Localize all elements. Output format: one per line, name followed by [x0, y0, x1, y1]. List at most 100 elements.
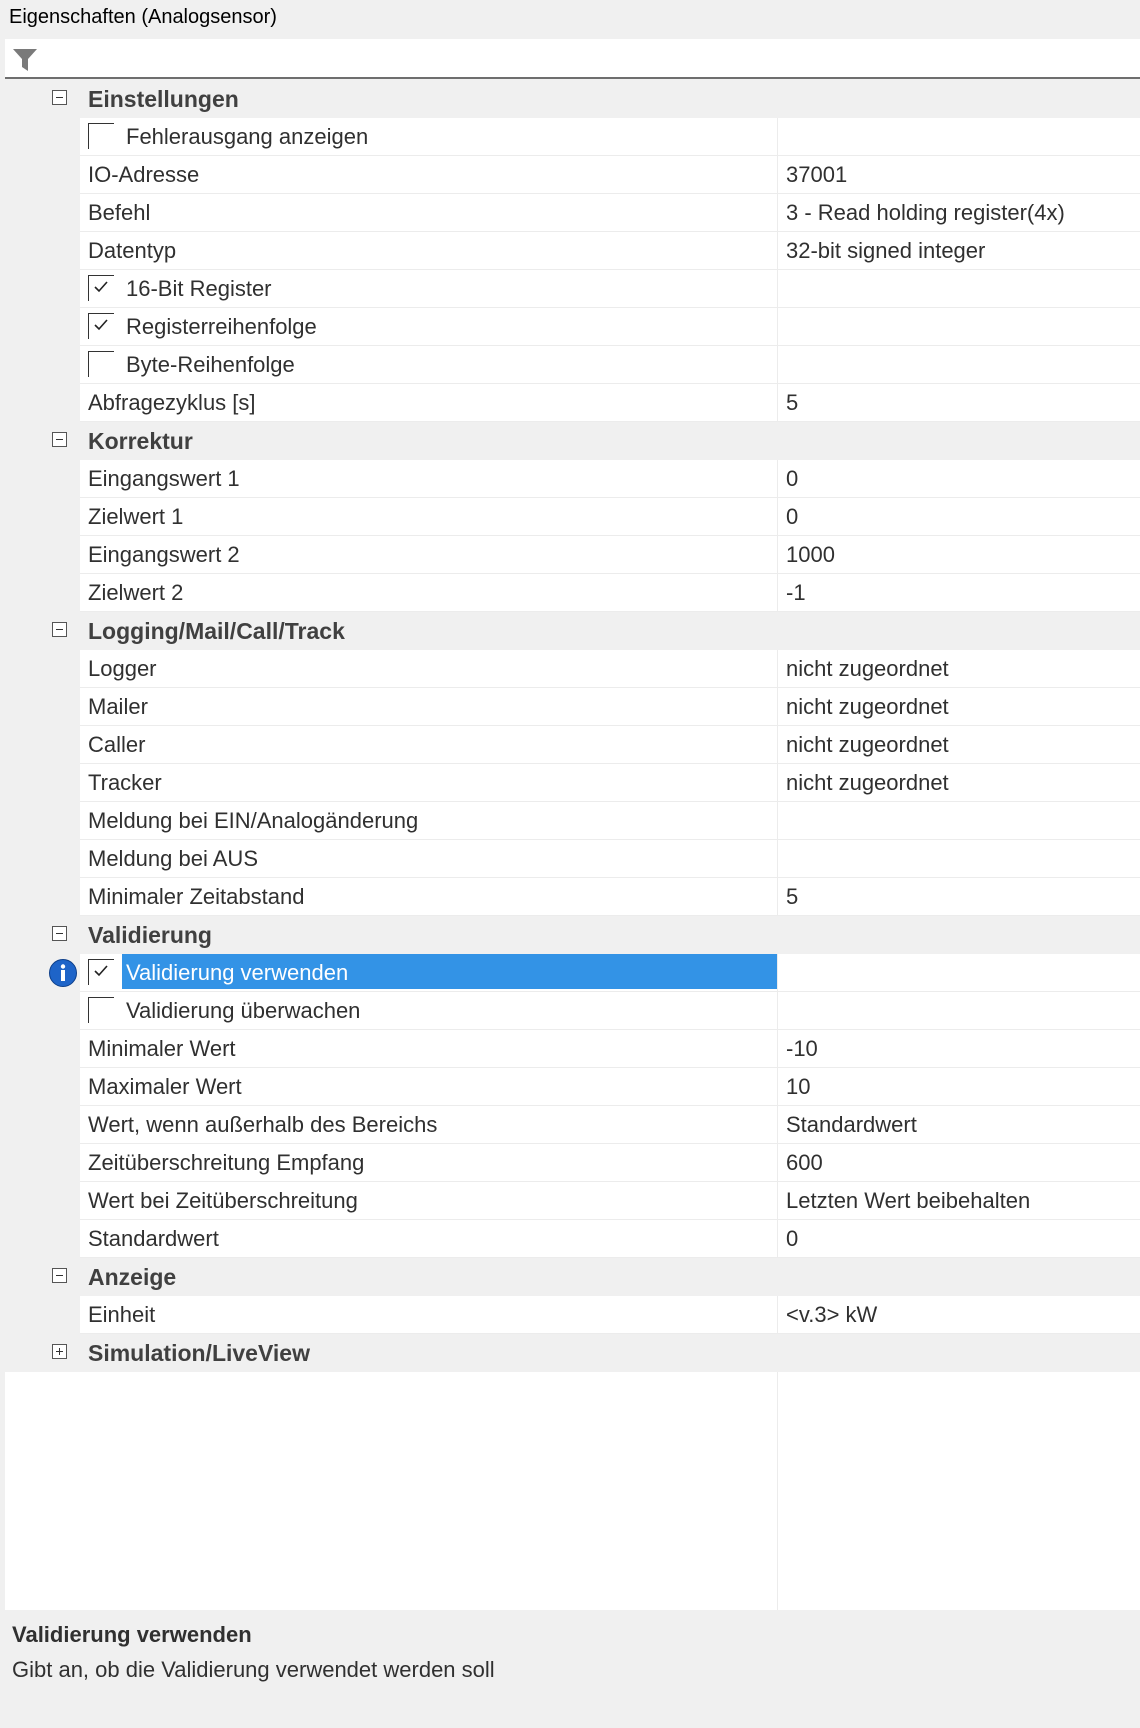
property-row[interactable]: Validierung überwachen [5, 992, 1140, 1030]
filter-icon[interactable] [9, 44, 41, 74]
property-value-cell[interactable]: 5 [778, 878, 1140, 916]
property-row[interactable]: Byte-Reihenfolge [5, 346, 1140, 384]
property-value-cell[interactable]: 3 - Read holding register(4x) [778, 194, 1140, 232]
property-name-cell[interactable]: Wert bei Zeitüberschreitung [80, 1182, 777, 1220]
property-value-cell[interactable]: 37001 [778, 156, 1140, 194]
property-row[interactable]: Meldung bei EIN/Analogänderung [5, 802, 1140, 840]
property-name-cell[interactable]: Byte-Reihenfolge [80, 346, 777, 384]
property-row[interactable]: Maximaler Wert 10 [5, 1068, 1140, 1106]
property-value-cell[interactable]: 32-bit signed integer [778, 232, 1140, 270]
property-row[interactable]: Tracker nicht zugeordnet [5, 764, 1140, 802]
property-value-cell[interactable]: 5 [778, 384, 1140, 422]
category-simulation-liveview[interactable]: Simulation/LiveView [5, 1334, 1140, 1372]
property-name-cell[interactable]: Fehlerausgang anzeigen [80, 118, 777, 156]
category-korrektur[interactable]: Korrektur [5, 422, 1140, 460]
property-row[interactable]: Minimaler Zeitabstand 5 [5, 878, 1140, 916]
property-name-cell[interactable]: Meldung bei AUS [80, 840, 777, 878]
property-checkbox[interactable] [88, 997, 114, 1023]
category-logging-mail-call-track[interactable]: Logging/Mail/Call/Track [5, 612, 1140, 650]
property-name-cell[interactable]: Einheit [80, 1296, 777, 1334]
property-row[interactable]: Logger nicht zugeordnet [5, 650, 1140, 688]
category-anzeige[interactable]: Anzeige [5, 1258, 1140, 1296]
property-row[interactable]: Eingangswert 1 0 [5, 460, 1140, 498]
property-row[interactable]: Minimaler Wert -10 [5, 1030, 1140, 1068]
property-value-cell[interactable]: nicht zugeordnet [778, 688, 1140, 726]
property-checkbox[interactable] [88, 313, 114, 339]
property-value-cell[interactable] [778, 118, 1140, 156]
property-row[interactable]: 16-Bit Register [5, 270, 1140, 308]
property-name-cell[interactable]: Datentyp [80, 232, 777, 270]
property-name-cell[interactable]: Zielwert 2 [80, 574, 777, 612]
property-row[interactable]: Eingangswert 2 1000 [5, 536, 1140, 574]
property-row[interactable]: Datentyp 32-bit signed integer [5, 232, 1140, 270]
property-name-cell[interactable]: Mailer [80, 688, 777, 726]
property-name-cell[interactable]: Minimaler Zeitabstand [80, 878, 777, 916]
property-row[interactable]: Meldung bei AUS [5, 840, 1140, 878]
collapse-icon[interactable] [52, 432, 67, 447]
category-einstellungen[interactable]: Einstellungen [5, 80, 1140, 118]
property-name-cell[interactable]: Minimaler Wert [80, 1030, 777, 1068]
property-row[interactable]: Einheit <v.3> kW [5, 1296, 1140, 1334]
property-value-cell[interactable] [778, 802, 1140, 840]
expand-icon[interactable] [52, 1344, 67, 1359]
property-value-cell[interactable]: nicht zugeordnet [778, 764, 1140, 802]
property-name-cell[interactable]: Validierung verwenden [80, 954, 777, 992]
property-value-cell[interactable] [778, 954, 1140, 992]
property-row[interactable]: Wert bei Zeitüberschreitung Letzten Wert … [5, 1182, 1140, 1220]
property-value-cell[interactable]: nicht zugeordnet [778, 726, 1140, 764]
property-name-cell[interactable]: Logger [80, 650, 777, 688]
collapse-icon[interactable] [52, 622, 67, 637]
property-value-cell[interactable] [778, 840, 1140, 878]
property-checkbox[interactable] [88, 275, 114, 301]
property-value-cell[interactable]: Standardwert [778, 1106, 1140, 1144]
collapse-icon[interactable] [52, 926, 67, 941]
property-name-cell[interactable]: Standardwert [80, 1220, 777, 1258]
property-value-cell[interactable]: 0 [778, 1220, 1140, 1258]
property-name-cell[interactable]: Validierung überwachen [80, 992, 777, 1030]
property-name-cell[interactable]: Maximaler Wert [80, 1068, 777, 1106]
property-name-cell[interactable]: Abfragezyklus [s] [80, 384, 777, 422]
property-value-cell[interactable] [778, 346, 1140, 384]
property-name-cell[interactable]: Tracker [80, 764, 777, 802]
filter-bar[interactable] [5, 39, 1140, 79]
property-checkbox[interactable] [88, 959, 114, 985]
property-name-cell[interactable]: IO-Adresse [80, 156, 777, 194]
property-row[interactable]: Zielwert 2 -1 [5, 574, 1140, 612]
property-value-cell[interactable]: -10 [778, 1030, 1140, 1068]
property-row[interactable]: Caller nicht zugeordnet [5, 726, 1140, 764]
property-value-cell[interactable]: -1 [778, 574, 1140, 612]
collapse-icon[interactable] [52, 90, 67, 105]
property-checkbox[interactable] [88, 351, 114, 377]
property-name-cell[interactable]: Befehl [80, 194, 777, 232]
property-name-cell[interactable]: Eingangswert 2 [80, 536, 777, 574]
property-value-cell[interactable]: 0 [778, 498, 1140, 536]
collapse-icon[interactable] [52, 1268, 67, 1283]
property-name-cell[interactable]: Zielwert 1 [80, 498, 777, 536]
property-value-cell[interactable] [778, 992, 1140, 1030]
property-name-cell[interactable]: Zeitüberschreitung Empfang [80, 1144, 777, 1182]
category-validierung[interactable]: Validierung [5, 916, 1140, 954]
property-row[interactable]: Registerreihenfolge [5, 308, 1140, 346]
property-value-cell[interactable]: 10 [778, 1068, 1140, 1106]
property-name-cell[interactable]: Eingangswert 1 [80, 460, 777, 498]
property-row[interactable]: Validierung verwenden [5, 954, 1140, 992]
property-row[interactable]: Fehlerausgang anzeigen [5, 118, 1140, 156]
property-value-cell[interactable]: 600 [778, 1144, 1140, 1182]
property-checkbox[interactable] [88, 123, 114, 149]
property-value-cell[interactable]: Letzten Wert beibehalten [778, 1182, 1140, 1220]
property-row[interactable]: Abfragezyklus [s] 5 [5, 384, 1140, 422]
property-row[interactable]: Zielwert 1 0 [5, 498, 1140, 536]
property-row[interactable]: Zeitüberschreitung Empfang 600 [5, 1144, 1140, 1182]
property-row[interactable]: Mailer nicht zugeordnet [5, 688, 1140, 726]
property-value-cell[interactable]: 0 [778, 460, 1140, 498]
property-name-cell[interactable]: Caller [80, 726, 777, 764]
property-name-cell[interactable]: Meldung bei EIN/Analogänderung [80, 802, 777, 840]
property-value-cell[interactable]: <v.3> kW [778, 1296, 1140, 1334]
property-value-cell[interactable]: nicht zugeordnet [778, 650, 1140, 688]
property-name-cell[interactable]: 16-Bit Register [80, 270, 777, 308]
property-name-cell[interactable]: Wert, wenn außerhalb des Bereichs [80, 1106, 777, 1144]
property-value-cell[interactable] [778, 308, 1140, 346]
property-value-cell[interactable]: 1000 [778, 536, 1140, 574]
property-row[interactable]: IO-Adresse 37001 [5, 156, 1140, 194]
property-name-cell[interactable]: Registerreihenfolge [80, 308, 777, 346]
